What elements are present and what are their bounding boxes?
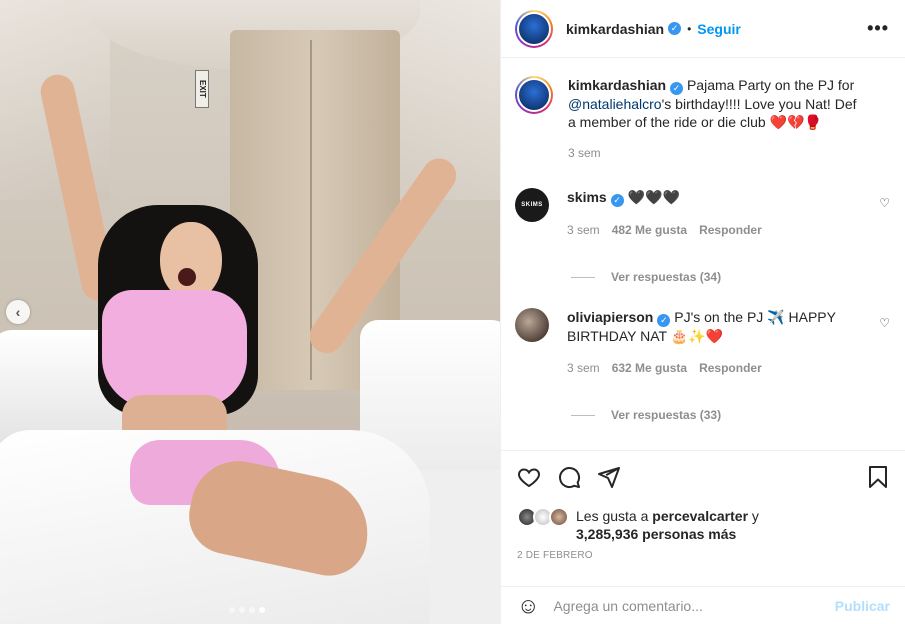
view-replies-button[interactable]: Ver respuestas (34)	[571, 270, 721, 284]
comment-body: oliviapierson ✓ PJ's on the PJ ✈️ HAPPY B…	[567, 308, 867, 377]
commenter-avatar[interactable]: SKIMS	[515, 188, 549, 222]
comment-meta: 3 sem 632 Me gusta Responder	[567, 359, 867, 377]
post-date[interactable]: 2 DE FEBRERO	[517, 550, 593, 561]
replies-divider	[571, 276, 595, 278]
action-icons	[517, 464, 890, 490]
caption: kimkardashian ✓ Pajama Party on the PJ fo…	[515, 76, 890, 162]
replies-divider	[571, 414, 595, 416]
verified-icon: ✓	[668, 22, 682, 35]
view-replies-label: Ver respuestas (33)	[611, 408, 722, 422]
carousel-dots	[229, 607, 265, 613]
likes-connector: y	[748, 508, 759, 524]
caption-emojis: ❤️💔🥊	[769, 114, 822, 130]
view-replies-label: Ver respuestas (34)	[611, 270, 722, 284]
carousel-dot-active	[259, 607, 265, 613]
exit-sign: EXIT	[195, 70, 209, 108]
caption-body: kimkardashian ✓ Pajama Party on the PJ fo…	[568, 76, 868, 162]
caption-username[interactable]: kimkardashian	[568, 77, 666, 93]
carousel-dot	[239, 607, 245, 613]
instagram-post-view: EXIT ‹ kimkardashian ✓ • Seguir ••• kimk…	[0, 0, 905, 624]
chevron-left-icon: ‹	[15, 304, 21, 320]
follow-button[interactable]: Seguir	[697, 21, 741, 37]
reply-button[interactable]: Responder	[699, 359, 762, 377]
comments-section[interactable]: kimkardashian ✓ Pajama Party on the PJ fo…	[501, 58, 905, 450]
person-face	[160, 222, 222, 300]
author-avatar[interactable]	[515, 9, 553, 48]
verified-icon: ✓	[657, 314, 671, 327]
comment-input[interactable]: Agrega un comentario...	[553, 598, 702, 614]
post-header: kimkardashian ✓ • Seguir •••	[501, 0, 905, 58]
likes-count[interactable]: 3,285,936 personas más	[576, 526, 736, 542]
comment-item: oliviapierson ✓ PJ's on the PJ ✈️ HAPPY B…	[515, 308, 890, 377]
liker-username[interactable]: percevalcarter	[652, 508, 748, 524]
comment-time: 3 sem	[567, 223, 600, 237]
post-actions: Les gusta a percevalcarter y 3,285,936 p…	[501, 450, 905, 624]
caption-mention-link[interactable]: @nataliehalcro	[568, 96, 662, 112]
comment-time: 3 sem	[567, 361, 600, 375]
add-comment-bar: ☺ Agrega un comentario... Publicar	[501, 586, 905, 624]
bookmark-icon[interactable]	[866, 465, 890, 489]
emoji-picker-icon[interactable]: ☺	[517, 593, 539, 619]
more-options-icon[interactable]: •••	[867, 18, 889, 39]
caption-text: Pajama Party on the PJ for	[686, 77, 855, 93]
comment-likes[interactable]: 482 Me gusta	[612, 221, 687, 239]
heart-icon[interactable]	[517, 465, 541, 489]
comment-body: skims ✓ 🖤🖤🖤 3 sem 482 Me gusta Responder	[567, 188, 867, 239]
comment-meta: 3 sem 482 Me gusta Responder	[567, 221, 867, 239]
commenter-avatar[interactable]	[515, 308, 549, 342]
likes-text: Les gusta a percevalcarter y 3,285,936 p…	[576, 507, 759, 543]
comment-likes[interactable]: 632 Me gusta	[612, 359, 687, 377]
comment-like-heart-icon[interactable]: ♡	[879, 196, 890, 210]
post-photo[interactable]: EXIT ‹	[0, 0, 500, 624]
view-replies-button[interactable]: Ver respuestas (33)	[571, 408, 721, 422]
comment-username[interactable]: oliviapierson	[567, 309, 653, 325]
caption-author-avatar[interactable]	[515, 76, 553, 114]
carousel-prev-button[interactable]: ‹	[6, 300, 30, 324]
comment-username[interactable]: skims	[567, 189, 607, 205]
publish-button[interactable]: Publicar	[835, 598, 890, 614]
pink-crop-top	[102, 290, 247, 408]
person-mouth	[178, 268, 196, 286]
likes-prefix: Les gusta a	[576, 508, 653, 524]
verified-icon: ✓	[670, 82, 684, 95]
reply-button[interactable]: Responder	[699, 221, 762, 239]
author-username[interactable]: kimkardashian	[566, 21, 664, 37]
verified-icon: ✓	[610, 194, 624, 207]
caption-meta: 3 sem	[568, 144, 868, 162]
likes-summary: Les gusta a percevalcarter y 3,285,936 p…	[517, 507, 759, 543]
carousel-dot	[249, 607, 255, 613]
comment-item: SKIMS skims ✓ 🖤🖤🖤 3 sem 482 Me gusta Resp…	[515, 188, 890, 239]
comment-text: 🖤🖤🖤	[627, 189, 680, 205]
comment-like-heart-icon[interactable]: ♡	[879, 316, 890, 330]
post-side-panel: kimkardashian ✓ • Seguir ••• kimkardashi…	[500, 0, 905, 624]
carousel-dot	[229, 607, 235, 613]
comment-icon[interactable]	[557, 465, 581, 489]
separator-dot: •	[687, 21, 692, 36]
liker-avatars	[517, 507, 573, 529]
share-icon[interactable]	[597, 465, 621, 489]
liker-avatar	[549, 507, 569, 527]
caption-time: 3 sem	[568, 146, 601, 160]
